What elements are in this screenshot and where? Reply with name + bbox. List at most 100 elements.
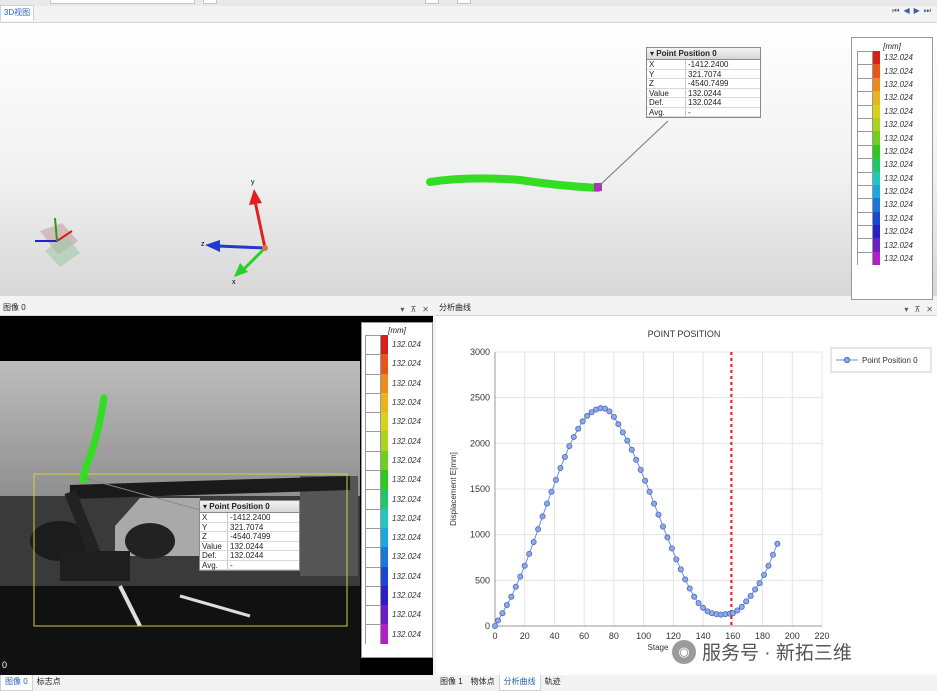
legend-rows: 132.024 132.024 132.024 132.024 132.024 132.0… (852, 51, 932, 266)
top-button-2[interactable] (425, 0, 439, 4)
data-point (499, 610, 506, 617)
legend-swatch-cell (365, 354, 381, 374)
legend-swatch-cell (365, 431, 381, 451)
tab-object-points[interactable]: 物体点 (467, 675, 499, 691)
legend-value: 132.024 (884, 93, 913, 103)
legend-row: 132.024 (852, 51, 932, 65)
image-panel-header: 图像 0 ▾ ⊼ ✕ (0, 300, 433, 316)
axis-label-y: y (251, 179, 255, 186)
legend-value: 132.024 (392, 552, 421, 562)
top-button-3[interactable] (457, 0, 471, 4)
x-tick-label: 0 (492, 631, 497, 641)
data-point (628, 446, 635, 453)
data-point (659, 523, 666, 530)
legend-swatch-cell (857, 158, 873, 172)
legend-swatch-cell (365, 450, 381, 471)
legend-color-bar (381, 489, 388, 509)
legend-swatch-cell (857, 104, 873, 118)
legend-swatch-cell (857, 238, 873, 252)
dropdown-icon[interactable]: ▾ (904, 302, 908, 317)
legend-swatch-cell (365, 527, 381, 548)
legend-color-bar (381, 373, 388, 393)
tab-trajectory[interactable]: 轨迹 (541, 675, 565, 691)
last-frame-icon[interactable]: ⏭ (924, 6, 931, 18)
point-info-row-value: Value 132.0244 (200, 541, 299, 551)
point-info-row-y: Y 321.7074 (200, 522, 299, 532)
data-point (695, 600, 702, 607)
data-point (526, 550, 533, 557)
tab-image-1[interactable]: 图像 1 (436, 675, 467, 691)
point-info-row-z: Z -4540.7499 (200, 532, 299, 542)
dropdown-icon[interactable]: ▾ (400, 302, 404, 317)
data-point (677, 566, 684, 573)
3d-viewport[interactable]: y z x ▾ Point Position 0 X -1412.2400 Y 32… (0, 22, 937, 300)
legend-value: 132.024 (392, 378, 421, 388)
legend-color-bar (873, 171, 880, 185)
legend-color-bar (381, 354, 388, 374)
data-point (752, 586, 759, 593)
data-point (610, 413, 617, 420)
analysis-chart[interactable]: POINT POSITION 0 500 1000 1500 2000 2500 3000 0 2… (436, 317, 937, 675)
legend-swatch-cell (365, 335, 381, 355)
tab-3d-view[interactable]: 3D视图 (0, 5, 34, 21)
y-tick-label: 0 (485, 621, 490, 631)
data-point (548, 488, 555, 495)
first-frame-icon[interactable]: ⏮ (892, 6, 899, 18)
legend-row: 132.024 (362, 373, 432, 393)
legend-value: 132.024 (392, 436, 421, 446)
legend-color-bar (381, 527, 388, 548)
legend-row: 132.024 (362, 450, 432, 471)
legend-color-bar (873, 238, 880, 252)
close-icon[interactable]: ✕ (422, 302, 429, 317)
legend-value: 132.024 (392, 513, 421, 523)
legend-value: 132.024 (392, 610, 421, 620)
legend-row: 132.024 (362, 431, 432, 451)
legend-color-bar (381, 566, 388, 586)
legend-color-bar (873, 198, 880, 212)
top-button[interactable] (203, 0, 217, 4)
legend-row: 132.024 (362, 335, 432, 355)
top-dropdown[interactable] (50, 0, 195, 4)
chart-title: POINT POSITION (648, 329, 721, 339)
legend-value: 132.024 (884, 173, 913, 183)
data-point (646, 488, 653, 495)
legend-color-bar (381, 335, 388, 355)
legend-swatch-cell (857, 51, 873, 65)
color-legend-image: [mm] 132.024 132.024 132.024 132.024 132.024… (361, 322, 433, 658)
3d-scene: y z x (35, 120, 669, 286)
data-point (633, 456, 640, 463)
legend-value: 132.024 (392, 359, 421, 369)
tab-analysis-curve[interactable]: 分析曲线 (498, 675, 541, 691)
legend-swatch-cell (365, 373, 381, 393)
data-point (756, 580, 763, 587)
tab-image-0[interactable]: 图像 0 (0, 675, 33, 691)
legend-color-bar (873, 225, 880, 239)
pin-icon[interactable]: ⊼ (410, 302, 416, 317)
legend-swatch-cell (857, 198, 873, 212)
prev-frame-icon[interactable]: ◀ (903, 6, 909, 18)
legend-swatch-cell (365, 547, 381, 567)
data-point (530, 538, 537, 545)
tab-markers[interactable]: 标志点 (33, 675, 65, 691)
data-point (503, 601, 510, 608)
axis-label-x: x (232, 279, 236, 286)
point-info-row-def: Def. 132.0244 (200, 551, 299, 561)
close-icon[interactable]: ✕ (926, 302, 933, 317)
legend-value: 132.024 (884, 66, 913, 76)
pin-icon[interactable]: ⊼ (914, 302, 920, 317)
next-frame-icon[interactable]: ▶ (914, 6, 920, 18)
callout-line (598, 120, 669, 187)
chart-panel: 分析曲线 ▾ ⊼ ✕ POINT POSITION 0 500 1000 1500 200… (436, 300, 937, 675)
view-navigation: ⏮ ◀ ▶ ⏭ (892, 6, 931, 18)
legend-row: 132.024 (362, 566, 432, 586)
legend-swatch-cell (857, 251, 873, 266)
chart-panel-header: 分析曲线 ▾ ⊼ ✕ (436, 300, 937, 316)
legend-value: 132.024 (884, 133, 913, 143)
legend-color-bar (381, 508, 388, 528)
legend-color-bar (873, 104, 880, 118)
point-info-title: Point Position 0 (209, 502, 270, 511)
legend-color-bar (873, 158, 880, 172)
x-tick-label: 80 (609, 631, 619, 641)
point-info-row-x: X -1412.2400 (200, 513, 299, 523)
x-tick-label: 20 (520, 631, 530, 641)
